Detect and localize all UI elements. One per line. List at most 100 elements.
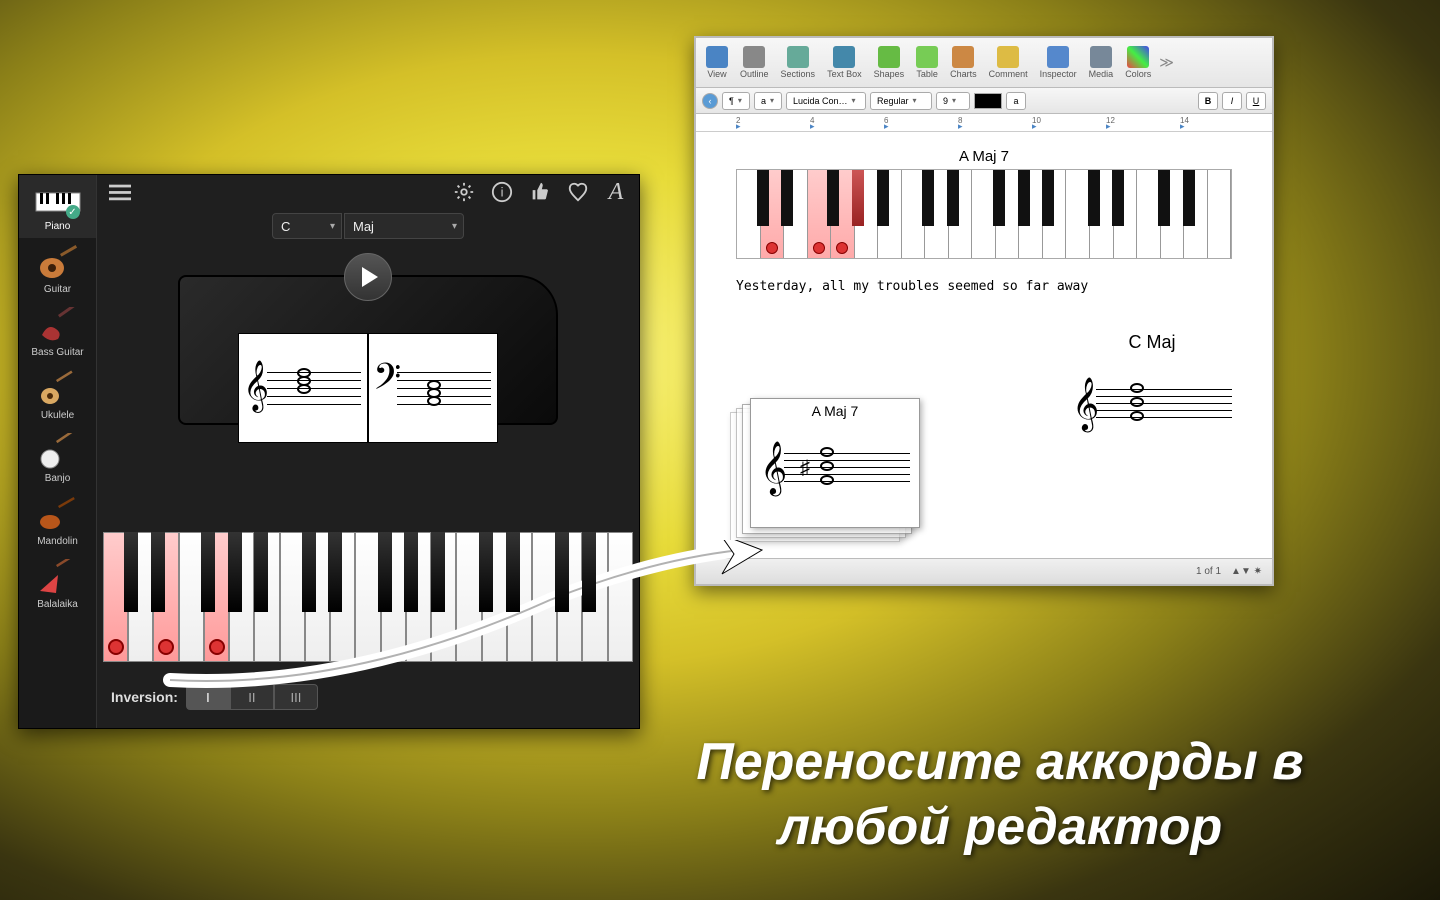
view-controls-icon[interactable]: ▲▼ ✷ xyxy=(1231,566,1262,577)
chord-notes xyxy=(820,449,834,485)
bass-guitar-icon xyxy=(34,307,82,345)
play-button[interactable] xyxy=(344,253,392,301)
inversion-3-button[interactable]: III xyxy=(274,684,318,710)
doc-keyboard xyxy=(736,169,1232,259)
piano-keyboard[interactable] xyxy=(103,532,633,662)
inversion-controls: Inversion: I II III xyxy=(111,684,318,710)
inversion-1-button[interactable]: I xyxy=(186,684,230,710)
ruler-tab-icon[interactable]: ▸ xyxy=(1180,121,1185,132)
sidebar-item-banjo[interactable]: Banjo xyxy=(19,427,96,490)
svg-text:i: i xyxy=(501,185,504,200)
font-size-value: 9 xyxy=(943,96,948,106)
ukulele-icon xyxy=(34,370,82,408)
guitar-icon xyxy=(34,244,82,282)
sidebar-label: Balalaika xyxy=(37,599,78,610)
view-icon xyxy=(706,46,728,68)
menu-icon[interactable] xyxy=(107,179,133,205)
treble-clef-icon: 𝄞 xyxy=(243,360,269,411)
comment-icon xyxy=(997,46,1019,68)
chord-main: i A C Maj 𝄞 𝄢 xyxy=(97,175,639,728)
inversion-2-button[interactable]: II xyxy=(230,684,274,710)
ruler-tab-icon[interactable]: ▸ xyxy=(736,121,741,132)
font-icon[interactable]: A xyxy=(603,179,629,205)
font-style-select[interactable]: Regular xyxy=(870,92,932,110)
sidebar-label: Piano xyxy=(45,221,71,232)
mandolin-icon xyxy=(34,496,82,534)
paragraph-style-select[interactable]: ¶ xyxy=(722,92,750,110)
tb-outline-button[interactable]: Outline xyxy=(736,44,773,81)
sections-icon xyxy=(787,46,809,68)
drag-card-front[interactable]: A Maj 7 𝄞 ♯ xyxy=(750,398,920,528)
treble-staff: 𝄞 xyxy=(238,333,368,443)
nav-back-button[interactable]: ‹ xyxy=(702,93,718,109)
chord-app-window: ✓ Piano Guitar Bass Guitar Ukulele Banjo… xyxy=(18,174,640,729)
drag-card-stack: A Maj 7 𝄞 ♯ xyxy=(730,398,920,548)
tb-table-button[interactable]: Table xyxy=(912,44,942,81)
drag-card-title: A Maj 7 xyxy=(751,399,919,419)
text-color-button[interactable]: a xyxy=(1006,92,1026,110)
color-swatch[interactable] xyxy=(974,93,1002,109)
chord-notes xyxy=(427,382,441,406)
media-icon xyxy=(1090,46,1112,68)
tb-inspector-button[interactable]: Inspector xyxy=(1036,44,1081,81)
tb-label: Shapes xyxy=(874,69,905,79)
sidebar-label: Ukulele xyxy=(41,410,74,421)
sidebar-item-ukulele[interactable]: Ukulele xyxy=(19,364,96,427)
tb-label: Media xyxy=(1089,69,1114,79)
root-note-select[interactable]: C xyxy=(272,213,342,239)
chord-type-select[interactable]: Maj xyxy=(344,213,464,239)
promo-headline: Переносите аккорды в любой редактор xyxy=(620,730,1380,860)
doc-staff: 𝄞 xyxy=(1072,359,1232,439)
list-icon-label: a xyxy=(761,96,766,106)
sidebar-item-bass-guitar[interactable]: Bass Guitar xyxy=(19,301,96,364)
italic-button[interactable]: I xyxy=(1222,92,1242,110)
ruler-tab-icon[interactable]: ▸ xyxy=(1032,121,1037,132)
tb-label: Sections xyxy=(781,69,816,79)
page-indicator: 1 of 1 xyxy=(1196,566,1221,577)
thumbs-up-icon[interactable] xyxy=(527,179,553,205)
ruler-tab-icon[interactable]: ▸ xyxy=(958,121,963,132)
chord-selectors: C Maj xyxy=(97,209,639,247)
format-bar: ‹ ¶ a Lucida Con… Regular 9 a B I U xyxy=(696,88,1272,114)
sharp-icon: ♯ xyxy=(800,457,810,480)
tb-view-button[interactable]: View xyxy=(702,44,732,81)
tb-text-box-button[interactable]: Text Box xyxy=(823,44,866,81)
font-size-select[interactable]: 9 xyxy=(936,92,970,110)
bold-button[interactable]: B xyxy=(1198,92,1218,110)
tb-sections-button[interactable]: Sections xyxy=(777,44,820,81)
sidebar-item-piano[interactable]: ✓ Piano xyxy=(19,175,96,238)
tb-label: View xyxy=(707,69,726,79)
piano-visual: 𝄞 𝄢 xyxy=(97,247,639,728)
chord-notes xyxy=(297,370,311,394)
gear-icon[interactable] xyxy=(451,179,477,205)
tb-comment-button[interactable]: Comment xyxy=(985,44,1032,81)
toolbar-overflow-icon[interactable]: ≫ xyxy=(1159,54,1174,71)
inspector-icon xyxy=(1047,46,1069,68)
list-style-select[interactable]: a xyxy=(754,92,782,110)
table-icon xyxy=(916,46,938,68)
ruler[interactable]: 2▸4▸6▸8▸10▸12▸14▸ xyxy=(696,114,1272,132)
sidebar-label: Mandolin xyxy=(37,536,78,547)
tb-charts-button[interactable]: Charts xyxy=(946,44,981,81)
check-badge-icon: ✓ xyxy=(66,205,80,219)
tb-colors-button[interactable]: Colors xyxy=(1121,44,1155,81)
para-icon: ¶ xyxy=(729,96,734,106)
sidebar-item-balalaika[interactable]: Balalaika xyxy=(19,553,96,616)
ruler-tab-icon[interactable]: ▸ xyxy=(884,121,889,132)
underline-button[interactable]: U xyxy=(1246,92,1266,110)
font-family-select[interactable]: Lucida Con… xyxy=(786,92,866,110)
tb-shapes-button[interactable]: Shapes xyxy=(870,44,909,81)
info-icon[interactable]: i xyxy=(489,179,515,205)
tb-label: Outline xyxy=(740,69,769,79)
sidebar-item-mandolin[interactable]: Mandolin xyxy=(19,490,96,553)
doc-lyric: Yesterday, all my troubles seemed so far… xyxy=(736,279,1232,294)
heart-icon[interactable] xyxy=(565,179,591,205)
ruler-tab-icon[interactable]: ▸ xyxy=(810,121,815,132)
tb-label: Charts xyxy=(950,69,977,79)
tb-media-button[interactable]: Media xyxy=(1085,44,1118,81)
bass-staff: 𝄢 xyxy=(368,333,498,443)
shapes-icon xyxy=(878,46,900,68)
ruler-tab-icon[interactable]: ▸ xyxy=(1106,121,1111,132)
piano-icon: ✓ xyxy=(34,181,82,219)
sidebar-item-guitar[interactable]: Guitar xyxy=(19,238,96,301)
